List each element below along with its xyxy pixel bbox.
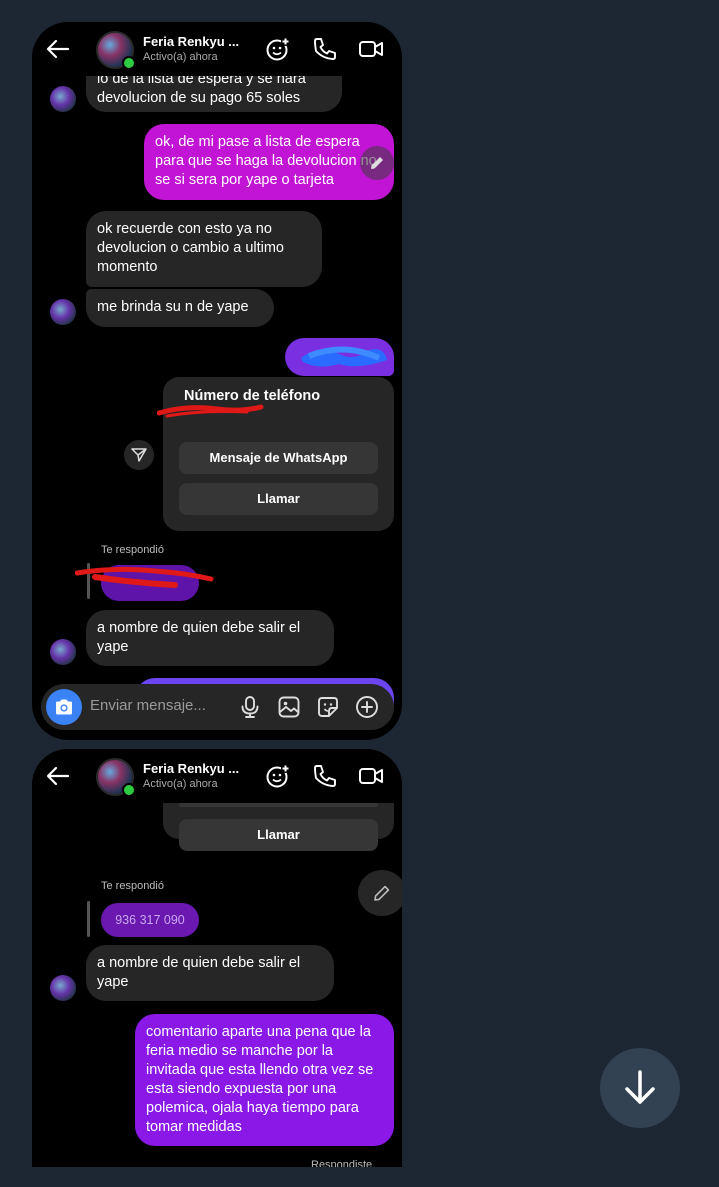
back-arrow-icon[interactable] (46, 766, 70, 786)
reply-indicator (87, 901, 90, 937)
whatsapp-message-button[interactable]: Mensaje de WhatsApp (179, 442, 378, 474)
plus-circle-icon[interactable] (355, 695, 379, 719)
message-input[interactable]: Enviar mensaje... (90, 697, 206, 714)
online-indicator (122, 783, 136, 797)
pencil-icon (374, 885, 390, 901)
sender-avatar (50, 639, 76, 665)
reply-quote-redacted (75, 565, 214, 601)
message-composer: Enviar mensaje... (41, 684, 394, 730)
phone-icon[interactable] (312, 763, 338, 789)
contact-status: Activo(a) ahora (143, 778, 218, 790)
replied-footer-label: Respondiste (311, 1159, 373, 1167)
message-outgoing: ok, de mi pase a lista de espera para qu… (144, 124, 394, 200)
edit-button[interactable] (358, 870, 402, 916)
contact-name[interactable]: Feria Renkyu ... (143, 761, 239, 776)
edit-button[interactable] (360, 146, 394, 180)
add-effect-icon[interactable] (265, 36, 291, 62)
gallery-icon[interactable] (277, 695, 301, 719)
scribble-redaction (75, 566, 214, 588)
message-outgoing-redacted (285, 338, 394, 376)
phone-number-card: Número de teléfono Mensaje de WhatsApp L… (157, 377, 394, 531)
scroll-down-button[interactable] (600, 1048, 680, 1128)
forward-icon (131, 448, 147, 462)
video-camera-icon[interactable] (358, 36, 384, 62)
sender-avatar (50, 299, 76, 325)
scribble-underline (157, 404, 264, 418)
chat-screenshot-1: Feria Renkyu ... Activo(a) ahora lo de l… (32, 22, 402, 740)
scribble-redaction (301, 346, 387, 367)
phone-icon[interactable] (312, 36, 338, 62)
reply-quote: 936 317 090 (101, 903, 199, 937)
replied-label: Te respondió (101, 544, 164, 556)
microphone-icon[interactable] (238, 695, 262, 719)
message-incoming: a nombre de quien debe salir el yape (86, 945, 334, 1001)
sticker-icon[interactable] (316, 695, 340, 719)
replied-label: Te respondió (101, 880, 164, 892)
video-camera-icon[interactable] (358, 763, 384, 789)
message-outgoing: comentario aparte una pena que la feria … (135, 1014, 394, 1146)
chat-header: Feria Renkyu ... Activo(a) ahora (32, 749, 402, 803)
card-divider (179, 803, 378, 807)
back-arrow-icon[interactable] (46, 39, 70, 59)
arrow-down-icon (625, 1070, 655, 1104)
card-title: Número de teléfono (184, 388, 321, 404)
call-button[interactable]: Llamar (179, 483, 378, 515)
contact-name[interactable]: Feria Renkyu ... (143, 34, 239, 49)
camera-icon (56, 699, 72, 715)
sender-avatar (50, 86, 76, 112)
add-effect-icon[interactable] (265, 763, 291, 789)
share-button[interactable] (124, 440, 154, 470)
sender-avatar (50, 975, 76, 1001)
online-indicator (122, 56, 136, 70)
message-incoming: ok recuerde con esto ya no devolucion o … (86, 211, 322, 287)
message-incoming: me brinda su n de yape (86, 289, 274, 327)
chat-header: Feria Renkyu ... Activo(a) ahora (32, 22, 402, 76)
chat-screenshot-2: Feria Renkyu ... Activo(a) ahora Llamar … (32, 749, 402, 1167)
call-button[interactable]: Llamar (179, 819, 378, 851)
message-incoming: a nombre de quien debe salir el yape (86, 610, 334, 666)
contact-status: Activo(a) ahora (143, 51, 218, 63)
pencil-icon (371, 157, 383, 169)
camera-button[interactable] (46, 689, 82, 725)
